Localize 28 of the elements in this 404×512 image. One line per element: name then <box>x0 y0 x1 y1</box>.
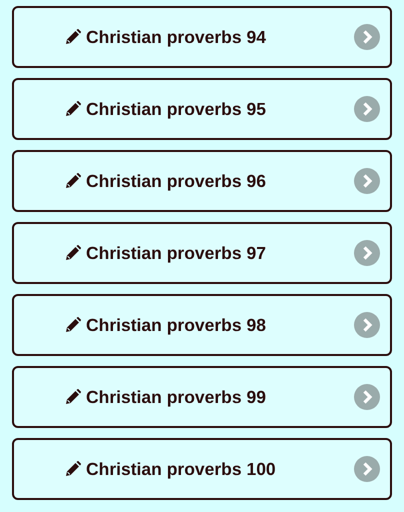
chevron-right-icon <box>354 384 380 410</box>
pencil-icon <box>65 29 81 45</box>
item-label: Christian proverbs 100 <box>86 458 277 480</box>
list-item[interactable]: Christian proverbs 98 <box>12 294 392 356</box>
pencil-icon <box>65 389 81 405</box>
list-item[interactable]: Christian proverbs 95 <box>12 78 392 140</box>
list-item[interactable]: Christian proverbs 97 <box>12 222 392 284</box>
pencil-icon <box>65 461 81 477</box>
item-label: Christian proverbs 96 <box>86 170 267 192</box>
chevron-right-icon <box>354 312 380 338</box>
list-item[interactable]: Christian proverbs 94 <box>12 6 392 68</box>
item-label: Christian proverbs 94 <box>86 26 267 48</box>
list-item[interactable]: Christian proverbs 100 <box>12 438 392 500</box>
chevron-right-icon <box>354 24 380 50</box>
chevron-right-icon <box>354 240 380 266</box>
item-label: Christian proverbs 97 <box>86 242 267 264</box>
list-item[interactable]: Christian proverbs 96 <box>12 150 392 212</box>
item-label: Christian proverbs 99 <box>86 386 267 408</box>
pencil-icon <box>65 101 81 117</box>
chevron-right-icon <box>354 96 380 122</box>
chevron-right-icon <box>354 456 380 482</box>
list-item[interactable]: Christian proverbs 99 <box>12 366 392 428</box>
pencil-icon <box>65 245 81 261</box>
item-label: Christian proverbs 98 <box>86 314 267 336</box>
pencil-icon <box>65 173 81 189</box>
chevron-right-icon <box>354 168 380 194</box>
item-label: Christian proverbs 95 <box>86 98 267 120</box>
pencil-icon <box>65 317 81 333</box>
